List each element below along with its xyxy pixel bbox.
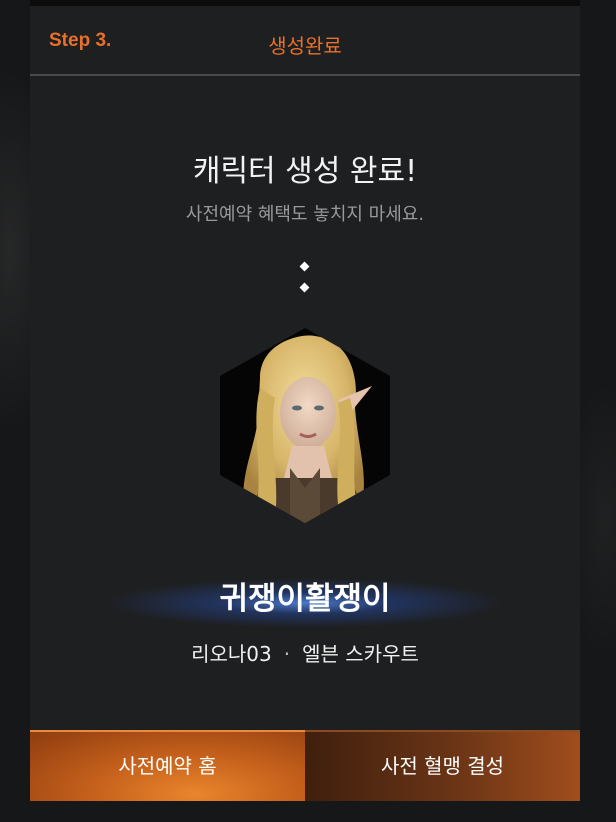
info-separator: · <box>283 642 291 666</box>
character-server: 리오나03 <box>191 642 272 666</box>
character-portrait <box>220 328 390 523</box>
diamond-divider-icon <box>299 261 310 272</box>
preorder-home-button[interactable]: 사전예약 홈 <box>30 730 305 801</box>
character-name: 귀쟁이활쟁이 <box>219 581 391 617</box>
character-class: 엘븐 스카우트 <box>302 642 419 666</box>
page-subtitle: 사전예약 혜택도 놓치지 마세요. <box>185 204 425 225</box>
step-header: Step 3. 생성완료 <box>30 6 580 76</box>
portrait-image <box>220 328 390 523</box>
diamond-divider-icon <box>299 282 310 293</box>
completion-panel: Step 3. 생성완료 캐릭터 생성 완료! 사전예약 혜택도 놓치지 마세요… <box>30 6 580 801</box>
character-info: 리오나03 · 엘븐 스카우트 <box>30 638 580 667</box>
form-blood-pact-button[interactable]: 사전 혈맹 결성 <box>305 730 580 801</box>
step-title: 생성완료 <box>268 34 342 58</box>
page-title: 캐릭터 생성 완료! <box>192 154 418 189</box>
